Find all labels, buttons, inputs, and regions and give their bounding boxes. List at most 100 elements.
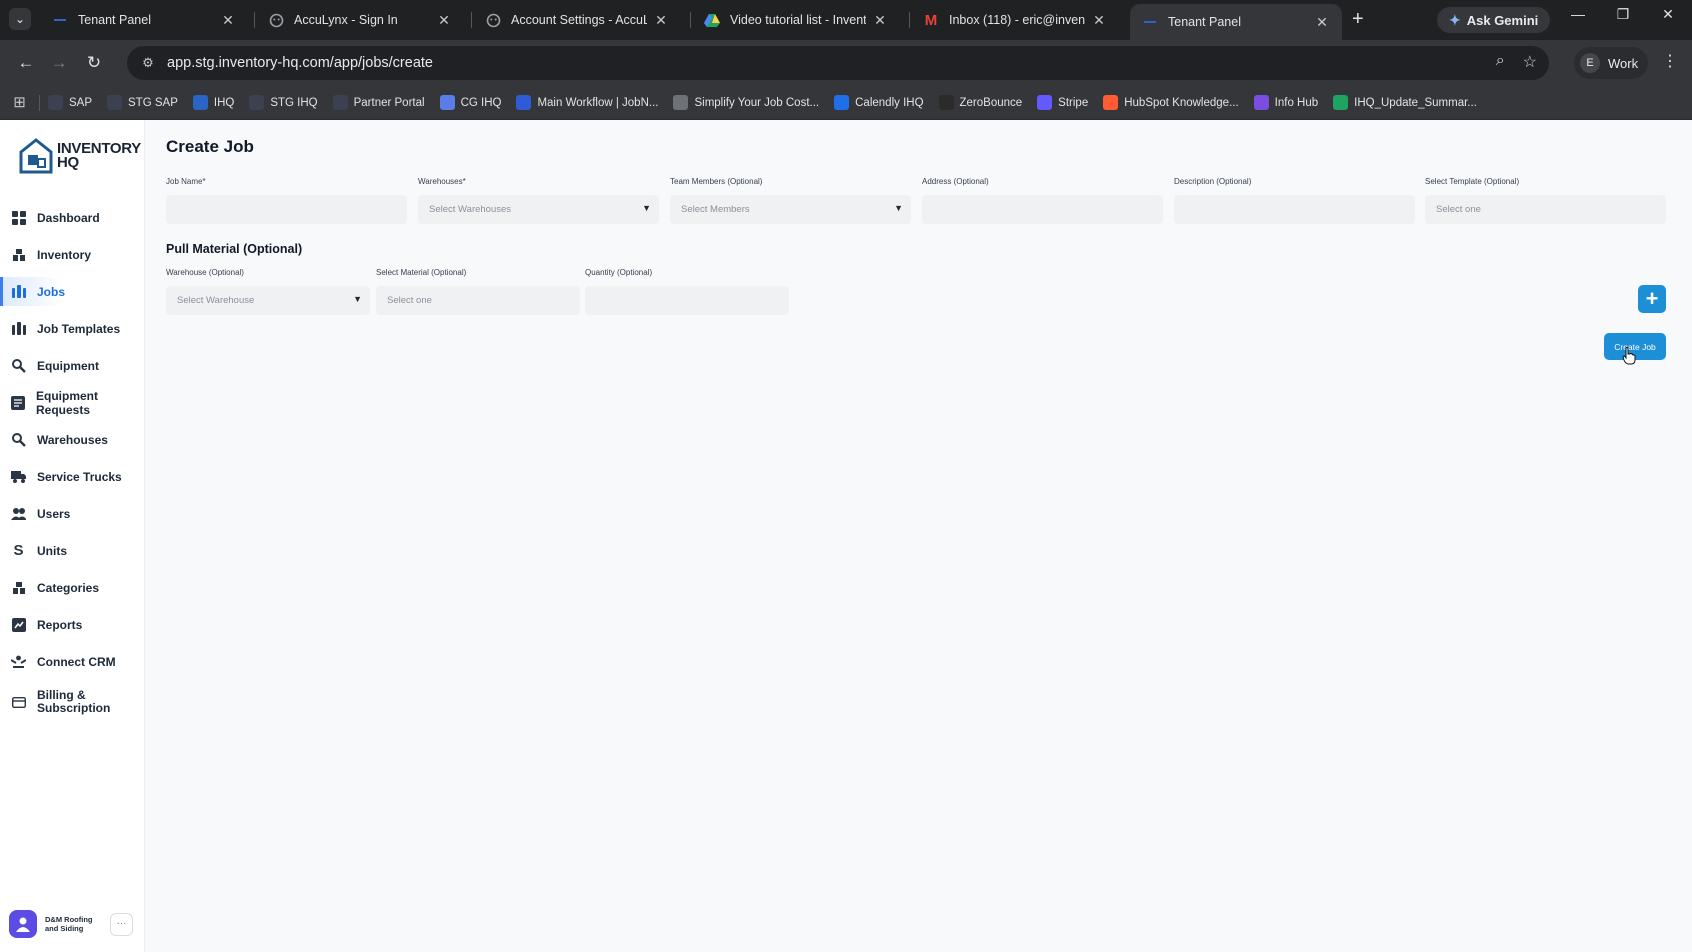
close-tab-icon[interactable]: ✕ <box>220 12 236 29</box>
close-tab-icon[interactable]: ✕ <box>872 12 888 29</box>
bookmark-item[interactable]: Info Hub <box>1253 95 1318 110</box>
close-tab-icon[interactable]: ✕ <box>1091 12 1107 29</box>
new-tab-button[interactable]: + <box>1352 8 1364 30</box>
bookmark-item[interactable]: Main Workflow | JobN... <box>516 95 658 110</box>
bookmark-item[interactable]: SAP <box>48 95 92 110</box>
sidebar-item-connect-crm[interactable]: Connect CRM <box>0 643 145 680</box>
pull-quantity-input[interactable] <box>585 286 789 315</box>
org-more-button[interactable]: ··· <box>110 913 133 936</box>
add-material-button[interactable]: + <box>1638 285 1666 313</box>
sidebar-item-equipment[interactable]: Equipment <box>0 347 145 384</box>
crm-icon <box>11 654 26 669</box>
browser-tab[interactable]: M Inbox (118) - eric@inventory-h ✕ <box>911 4 1119 36</box>
sidebar-item-categories[interactable]: Categories <box>0 569 145 606</box>
bookmark-favicon-icon <box>48 95 63 110</box>
bookmark-favicon-icon <box>439 95 455 110</box>
pull-material-title: Pull Material (Optional) <box>166 242 303 256</box>
org-name: D&M Roofing and Siding <box>45 915 93 933</box>
bookmark-label: Partner Portal <box>353 96 425 109</box>
description-label: Description (Optional) <box>1174 177 1252 186</box>
users-icon <box>11 506 26 521</box>
sidebar-item-label: Job Templates <box>37 321 121 336</box>
pull-material-select[interactable]: Select one <box>376 286 580 315</box>
sidebar-item-warehouses[interactable]: Warehouses <box>0 421 145 458</box>
sidebar-item-service-trucks[interactable]: Service Trucks <box>0 458 145 495</box>
tab-search-button[interactable]: ⌄ <box>9 8 31 30</box>
browser-tab[interactable]: AccuLynx - Sign In ✕ <box>256 4 464 36</box>
address-label: Address (Optional) <box>922 177 989 186</box>
bookmark-item[interactable]: ZeroBounce <box>938 95 1022 110</box>
pull-quantity-label: Quantity (Optional) <box>585 268 653 277</box>
description-input[interactable] <box>1174 195 1415 224</box>
bookmark-item[interactable]: IHQ <box>192 95 234 110</box>
url-text[interactable]: app.stg.inventory-hq.com/app/jobs/create <box>167 55 433 71</box>
pull-material-label: Select Material (Optional) <box>376 268 467 277</box>
tab-title: AccuLynx - Sign In <box>294 13 398 27</box>
job-name-input[interactable] <box>166 195 407 224</box>
ask-gemini-button[interactable]: ✦ Ask Gemini <box>1437 7 1551 33</box>
sidebar-item-reports[interactable]: Reports <box>0 606 145 643</box>
bookmark-item[interactable]: CG IHQ <box>439 95 501 110</box>
bookmark-item[interactable]: HubSpot Knowledge... <box>1103 95 1239 110</box>
bookmark-favicon-icon <box>192 95 208 110</box>
template-field: Select Template (Optional) Select one <box>1425 177 1666 224</box>
bookmark-star-icon[interactable]: ☆ <box>1523 52 1537 72</box>
close-window-icon[interactable]: ✕ <box>1650 6 1686 23</box>
address-bar[interactable]: ⚙ app.stg.inventory-hq.com/app/jobs/crea… <box>127 46 1549 80</box>
sidebar-nav: Dashboard Inventory Jobs Job Templates E… <box>0 199 145 724</box>
sidebar-item-job-templates[interactable]: Job Templates <box>0 310 145 347</box>
browser-tab[interactable]: Account Settings - AccuLynx ✕ <box>473 4 681 36</box>
back-button[interactable]: ← <box>14 51 38 75</box>
browser-tab-active[interactable]: Tenant Panel ✕ <box>1130 4 1342 40</box>
tab-divider <box>471 12 472 28</box>
bookmark-favicon-icon <box>332 95 348 110</box>
forward-button[interactable]: → <box>47 51 71 75</box>
sidebar-item-label: Billing & Subscription <box>37 688 111 715</box>
sidebar-item-users[interactable]: Users <box>0 495 145 532</box>
bookmark-item[interactable]: Partner Portal <box>332 95 425 110</box>
browser-tab[interactable]: Tenant Panel ✕ <box>40 4 248 36</box>
close-tab-icon[interactable]: ✕ <box>1314 14 1330 31</box>
bookmark-item[interactable]: Simplify Your Job Cost... <box>673 95 819 110</box>
minimize-window-icon[interactable]: — <box>1560 6 1596 22</box>
apps-grid-icon[interactable]: ⊞ <box>0 94 40 111</box>
jobs-icon <box>11 284 26 299</box>
bookmark-item[interactable]: Stripe <box>1037 95 1088 110</box>
bookmark-favicon-icon <box>516 95 532 110</box>
bookmark-favicon-icon <box>834 95 850 110</box>
warehouses-select[interactable]: Select Warehouses ▼ <box>418 195 659 224</box>
sidebar-item-jobs[interactable]: Jobs <box>0 273 145 310</box>
sidebar-item-units[interactable]: S Units <box>0 532 145 569</box>
sidebar-item-inventory[interactable]: Inventory <box>0 236 145 273</box>
browser-menu-icon[interactable]: ⋮ <box>1662 51 1678 71</box>
sidebar-item-label: Dashboard <box>37 210 100 225</box>
address-input[interactable] <box>922 195 1163 224</box>
sidebar-item-dashboard[interactable]: Dashboard <box>0 199 145 236</box>
logo-text-line2: HQ <box>57 154 79 171</box>
sidebar: INVENTORY HQ Dashboard Inventory Jobs Jo… <box>0 120 145 952</box>
browser-tab[interactable]: Video tutorial list - InventoryH ✕ <box>692 4 900 36</box>
inventory-hq-logo[interactable]: INVENTORY HQ <box>19 138 141 174</box>
sidebar-item-equipment-requests[interactable]: Equipment Requests <box>0 384 145 421</box>
zoom-icon[interactable]: ⌕ <box>1496 52 1505 72</box>
close-tab-icon[interactable]: ✕ <box>436 12 452 29</box>
reload-button[interactable]: ↻ <box>82 51 106 75</box>
restore-window-icon[interactable]: ❐ <box>1605 6 1641 23</box>
sidebar-item-billing[interactable]: Billing & Subscription <box>0 680 145 724</box>
bookmark-item[interactable]: IHQ_Update_Summar... <box>1333 95 1477 110</box>
bookmark-item[interactable]: STG SAP <box>107 95 178 110</box>
org-switcher[interactable]: D&M Roofing and Siding ··· <box>9 910 133 938</box>
team-members-select[interactable]: Select Members ▼ <box>670 195 911 224</box>
pull-quantity-field: Quantity (Optional) <box>585 268 789 315</box>
pull-warehouse-select[interactable]: Select Warehouse ▼ <box>166 286 370 315</box>
template-select[interactable]: Select one <box>1425 195 1666 224</box>
bookmark-item[interactable]: STG IHQ <box>249 95 318 110</box>
close-tab-icon[interactable]: ✕ <box>653 12 669 29</box>
profile-button[interactable]: E Work <box>1574 47 1649 79</box>
warehouses-label: Warehouses* <box>418 177 466 186</box>
chevron-down-icon: ▼ <box>642 203 651 213</box>
acculynx-favicon-icon <box>485 12 501 28</box>
site-settings-icon[interactable]: ⚙ <box>133 55 163 71</box>
truck-icon <box>11 469 26 484</box>
bookmark-item[interactable]: Calendly IHQ <box>834 95 924 110</box>
